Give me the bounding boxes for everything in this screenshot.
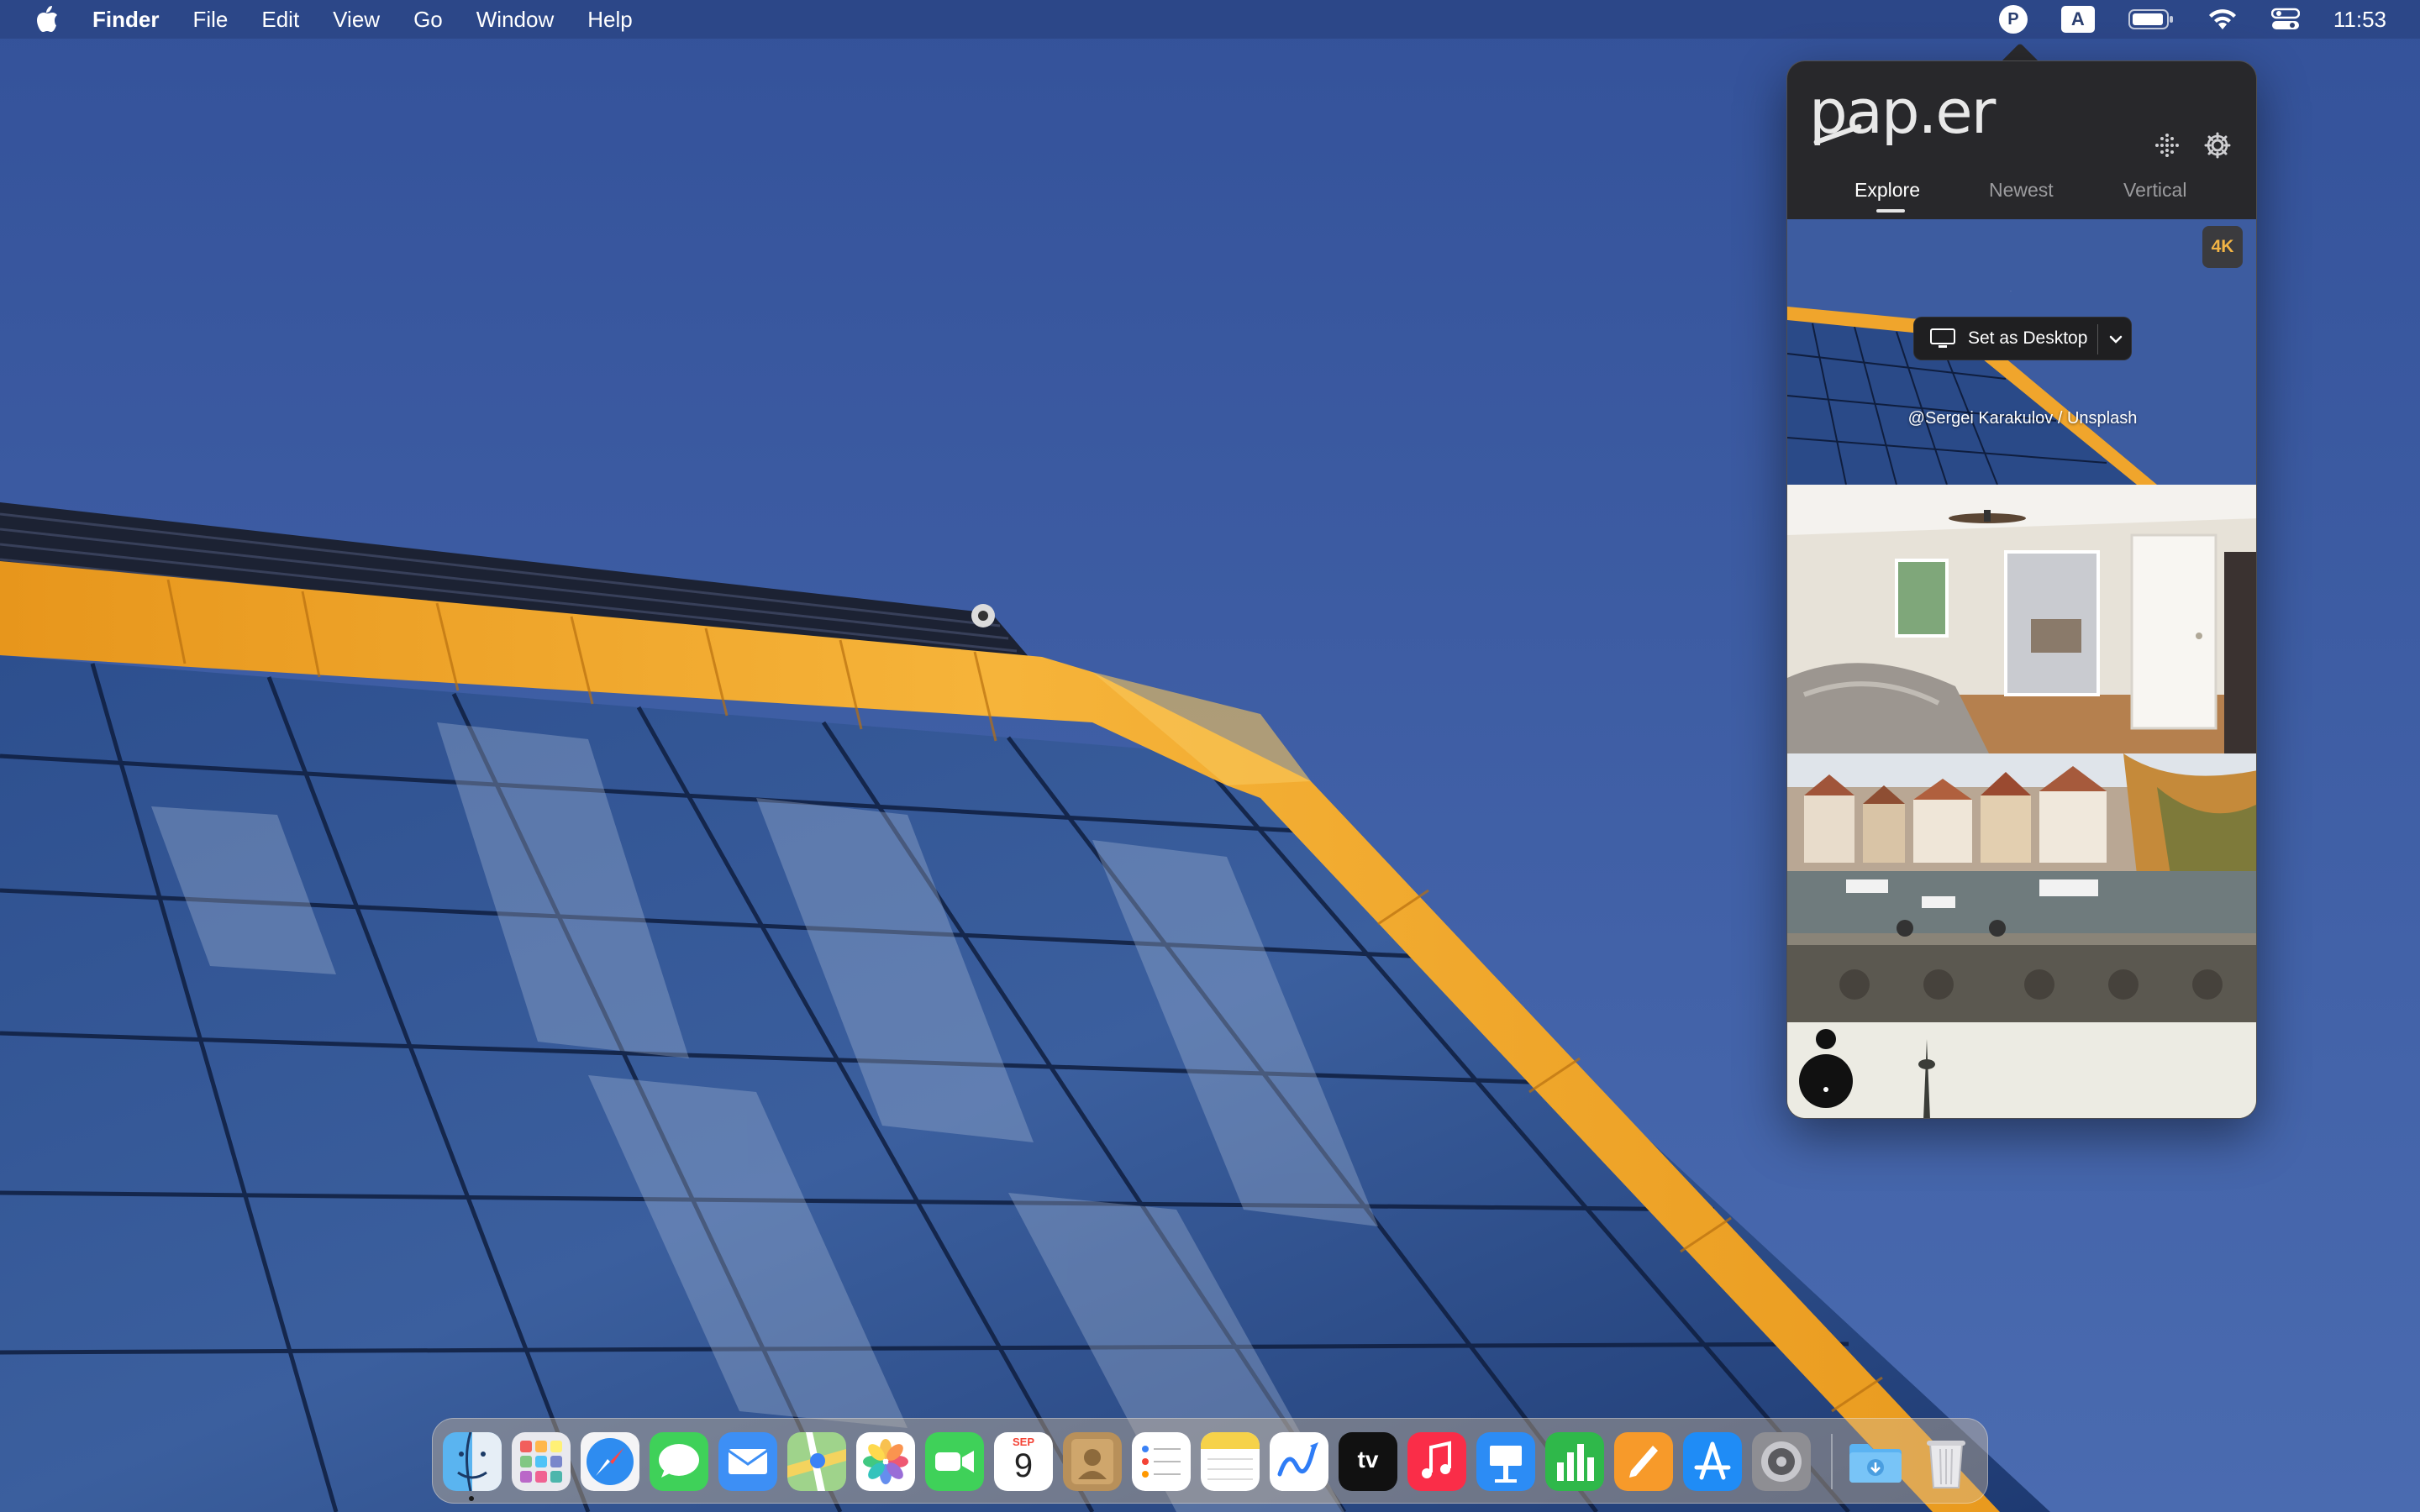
dock-freeform-icon[interactable] — [1270, 1432, 1328, 1491]
input-source-icon[interactable]: A — [2060, 6, 2095, 33]
dock-separator — [1831, 1434, 1833, 1489]
button-divider — [2097, 324, 2098, 354]
dock-mail-icon[interactable] — [718, 1432, 777, 1491]
wallpaper-thumbnail[interactable] — [1787, 1022, 2256, 1118]
riverside-town-thumbnail-image — [1787, 753, 2256, 1022]
finder-running-indicator — [469, 1496, 474, 1501]
calendar-month: SEP — [1012, 1436, 1034, 1448]
dock-contacts-icon[interactable] — [1063, 1432, 1122, 1491]
control-center-icon[interactable] — [2270, 8, 2300, 31]
input-source-label: A — [2060, 6, 2095, 33]
dock-tv-icon[interactable]: tv — [1339, 1432, 1397, 1491]
bedroom-thumbnail-image — [1787, 485, 2256, 753]
dock: SEP 9 tv — [432, 1418, 1988, 1504]
menu-bar: Finder File Edit View Go Window Help P A… — [0, 0, 2420, 39]
dock-keynote-icon[interactable] — [1476, 1432, 1535, 1491]
menu-help[interactable]: Help — [587, 7, 632, 33]
popover-tabs: Explore Newest Vertical — [1787, 179, 2256, 216]
set-as-desktop-button[interactable]: Set as Desktop — [1913, 317, 2132, 360]
settings-gear-icon[interactable] — [2201, 129, 2234, 162]
wallpaper-thumbnail[interactable] — [1787, 753, 2256, 1022]
tv-label: tv — [1357, 1446, 1379, 1473]
dock-app-store-icon[interactable] — [1683, 1432, 1742, 1491]
tab-explore[interactable]: Explore — [1854, 179, 1920, 202]
dock-launchpad-icon[interactable] — [512, 1432, 571, 1491]
tab-newest[interactable]: Newest — [1989, 179, 2054, 202]
menu-edit[interactable]: Edit — [261, 7, 299, 33]
paper-logo: pap.er — [1809, 76, 1996, 147]
menu-view[interactable]: View — [333, 7, 380, 33]
tab-active-indicator — [1876, 209, 1905, 213]
tab-vertical[interactable]: Vertical — [2123, 179, 2186, 202]
menu-file[interactable]: File — [192, 7, 228, 33]
dock-finder-icon[interactable] — [443, 1432, 502, 1491]
dock-music-icon[interactable] — [1407, 1432, 1466, 1491]
dock-numbers-icon[interactable] — [1545, 1432, 1604, 1491]
paper-app-icon[interactable]: P — [1998, 5, 2028, 34]
paper-app-icon-letter: P — [1998, 5, 2028, 34]
photo-credit[interactable]: @Sergei Karakulov / Unsplash — [1787, 409, 2256, 428]
menu-window[interactable]: Window — [476, 7, 554, 33]
calendar-day: 9 — [1013, 1447, 1034, 1484]
apple-logo-icon[interactable] — [30, 3, 64, 36]
dock-messages-icon[interactable] — [650, 1432, 708, 1491]
tower-thumbnail-image — [1787, 1022, 2256, 1118]
menu-go[interactable]: Go — [413, 7, 443, 33]
dock-calendar-icon[interactable]: SEP 9 — [994, 1432, 1053, 1491]
dock-pages-icon[interactable] — [1614, 1432, 1673, 1491]
dock-maps-icon[interactable] — [787, 1432, 846, 1491]
paper-popover: pap.er Explore Newest Vertical 4K Set as… — [1786, 60, 2257, 1119]
popover-header: pap.er Explore Newest Vertical — [1787, 61, 2256, 219]
menu-clock[interactable]: 11:53 — [2333, 7, 2386, 33]
dock-downloads-folder-icon[interactable] — [1846, 1432, 1905, 1491]
resolution-badge: 4K — [2202, 226, 2243, 268]
dock-notes-icon[interactable] — [1201, 1432, 1260, 1491]
wallpaper-grid-icon[interactable] — [2150, 129, 2184, 162]
monitor-icon — [1929, 328, 1956, 349]
dock-facetime-icon[interactable] — [925, 1432, 984, 1491]
battery-icon[interactable] — [2128, 8, 2174, 30]
dock-trash-icon[interactable] — [1917, 1432, 1975, 1491]
dock-photos-icon[interactable] — [856, 1432, 915, 1491]
set-as-desktop-label: Set as Desktop — [1968, 328, 2088, 348]
menu-app-name[interactable]: Finder — [92, 7, 159, 33]
dock-reminders-icon[interactable] — [1132, 1432, 1191, 1491]
dock-safari-icon[interactable] — [581, 1432, 639, 1491]
chevron-down-icon[interactable] — [2104, 328, 2128, 351]
wallpaper-thumbnail[interactable] — [1787, 485, 2256, 753]
wifi-icon[interactable] — [2207, 8, 2238, 31]
dock-system-settings-icon[interactable] — [1752, 1432, 1811, 1491]
